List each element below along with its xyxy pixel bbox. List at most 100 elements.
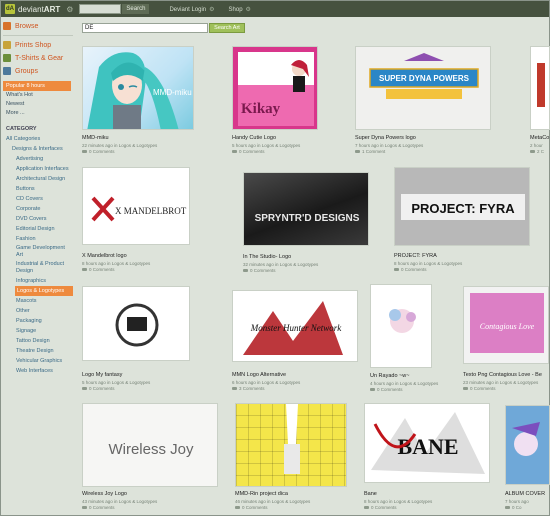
thumbnail-image[interactable]: BANE	[364, 403, 490, 483]
thumbnail-title[interactable]: Un Rayado ~w~	[370, 373, 409, 379]
thumbnail-comments[interactable]: 0 Comments	[364, 505, 397, 510]
thumbnail-image[interactable]: PROJECT: FYRA	[394, 167, 530, 246]
thumbnail-comments[interactable]: 0 Comments	[82, 149, 115, 154]
thumbnail-image[interactable]	[370, 284, 432, 368]
thumbnail-title[interactable]: Texto Png Contagious Love - Be	[463, 372, 542, 378]
thumbnail-image[interactable]: Monster Hunter Network	[232, 290, 358, 362]
thumbnail-title[interactable]: MMD-miku	[82, 135, 109, 141]
category-designs[interactable]: Designs & Interfaces	[3, 144, 73, 154]
thumbnail-meta: 8 hours ago in Logos & Logotypes	[364, 499, 433, 504]
category-item[interactable]: Tattoo Design	[3, 336, 73, 346]
comment-icon	[505, 506, 510, 510]
category-item-active[interactable]: Logos & Logotypes	[15, 286, 73, 296]
category-item[interactable]: Industrial & Product Design	[3, 260, 69, 276]
category-item[interactable]: Architectural Design	[3, 174, 73, 184]
category-item[interactable]: Buttons	[3, 184, 73, 194]
sidebar-browse[interactable]: Browse	[3, 20, 73, 32]
thumbnail-title[interactable]: In The Studio- Logo	[243, 254, 291, 260]
sort-more[interactable]: More ...	[3, 109, 73, 118]
sidebar-groups[interactable]: Groups	[3, 65, 73, 77]
thumbnail-image[interactable]	[530, 46, 550, 130]
thumbnail-image[interactable]: SPRYNTR'D DESIGNS	[243, 172, 369, 246]
thumbnail-image[interactable]: Contagious Love	[463, 286, 549, 364]
sidebar-tshirts[interactable]: T-Shirts & Gear	[3, 52, 73, 64]
category-item[interactable]: Theatre Design	[3, 346, 73, 356]
comment-icon	[364, 506, 369, 510]
thumbnail-comments[interactable]: 0 Comments	[232, 149, 265, 154]
thumbnail-image[interactable]: Kikay	[232, 46, 318, 130]
category-item[interactable]: Game Development Art	[3, 244, 65, 260]
thumbnail-title[interactable]: Bane	[364, 491, 377, 497]
thumbnail-image[interactable]: SUPER DYNA POWERS	[355, 46, 491, 130]
category-item[interactable]: Infographics	[3, 276, 73, 286]
thumbnail-comments[interactable]: 1 Comment	[355, 149, 385, 154]
sidebar-prints-shop[interactable]: Prints Shop	[3, 39, 73, 51]
sort-popular-8-hours[interactable]: Popular 8 hours	[3, 81, 71, 91]
thumbnail-title[interactable]: MetaCo	[530, 135, 549, 141]
thumbnail-image[interactable]	[505, 405, 550, 485]
thumbnail-image[interactable]: MMD-miku	[82, 46, 194, 130]
category-item[interactable]: Fashion	[3, 234, 73, 244]
thumbnail-image[interactable]: X MANDELBROT	[82, 167, 190, 245]
category-item[interactable]: CD Covers	[3, 194, 73, 204]
search-input[interactable]: DE	[82, 23, 208, 33]
top-search-button[interactable]: Search	[122, 4, 150, 14]
thumbnail-comments[interactable]: 0 Comments	[370, 387, 403, 392]
shop-link[interactable]: Shop ⚙	[229, 6, 251, 13]
top-search-input[interactable]	[79, 4, 122, 14]
x-mandelbrot-art: X MANDELBROT	[91, 196, 187, 222]
thumbnail-comments[interactable]: 0 Comments	[463, 386, 496, 391]
search-art-button[interactable]: Search Art	[209, 23, 245, 33]
thumbnail-title[interactable]: Super Dyna Powers logo	[355, 135, 416, 141]
comment-icon	[82, 268, 87, 272]
comment-icon	[232, 387, 237, 391]
thumbnail-title[interactable]: MMD-Rin project dica	[235, 491, 288, 497]
category-item[interactable]: Application Interfaces	[3, 164, 73, 174]
project-fyra-word: PROJECT: FYRA	[411, 201, 515, 216]
thumbnail-image[interactable]	[235, 403, 347, 487]
sort-newest[interactable]: Newest	[3, 100, 73, 109]
spryntrd-word: SPRYNTR'D DESIGNS	[255, 213, 360, 224]
category-item[interactable]: Web Interfaces	[3, 366, 73, 376]
thumbnail-meta: 46 minutes ago in Logos & Logotypes	[235, 499, 311, 504]
thumbnail-image[interactable]: Wireless Joy	[82, 403, 218, 487]
thumbnail-title[interactable]: MMN Logo Alternative	[232, 372, 286, 378]
category-item[interactable]: Editorial Design	[3, 224, 73, 234]
comment-icon	[235, 506, 240, 510]
thumbnail-comments[interactable]: 0 Comments	[235, 505, 268, 510]
thumbnail-meta: 32 minutes ago in Logos & Logotypes	[243, 262, 319, 267]
thumbnail-title[interactable]: Logo My fantasy	[82, 372, 122, 378]
my-fantasy-art	[115, 303, 159, 347]
thumbnail-meta: 8 hours ago in Logos & Logotypes	[394, 261, 463, 266]
thumbnail-title[interactable]: X Mandelbrot logo	[82, 253, 127, 259]
thumbnail-title[interactable]: PROJECT: FYRA	[394, 253, 437, 259]
brand-name[interactable]: deviantART	[18, 5, 60, 14]
thumbnail-comments[interactable]: 0 Comments	[82, 386, 115, 391]
thumbnail-title[interactable]: Wireless Joy Logo	[82, 491, 127, 497]
deviantart-logo-icon[interactable]: dA	[5, 4, 15, 14]
category-item[interactable]: Packaging	[3, 316, 73, 326]
thumbnail-title[interactable]: Handy Cutie Logo	[232, 135, 276, 141]
thumbnail-image[interactable]	[82, 286, 190, 361]
deviant-login-link[interactable]: Deviant Login ⚙	[169, 6, 214, 13]
thumbnail-comments[interactable]: 0 Comments	[82, 267, 115, 272]
category-item[interactable]: Advertising	[3, 154, 73, 164]
category-all[interactable]: All Categories	[3, 134, 73, 144]
thumbnail-comments[interactable]: 0 Comments	[394, 267, 427, 272]
category-item[interactable]: Signage	[3, 326, 73, 336]
thumbnail-comments[interactable]: 0 Co	[505, 505, 522, 510]
sort-whats-hot[interactable]: What's Hot	[3, 91, 73, 100]
category-item[interactable]: Mascots	[3, 296, 73, 306]
miku-illustration: MMD-miku	[87, 52, 192, 129]
thumbnail-meta: 2 hour	[530, 143, 543, 148]
thumbnail-comments[interactable]: 2 C	[530, 149, 544, 154]
thumbnail-comments[interactable]: 3 Comments	[232, 386, 265, 391]
category-item[interactable]: DVD Covers	[3, 214, 73, 224]
category-item[interactable]: Corporate	[3, 204, 73, 214]
thumbnail-title[interactable]: ALBUM COVER	[505, 491, 545, 497]
thumbnail-comments[interactable]: 0 Comments	[243, 268, 276, 273]
category-item[interactable]: Vehicular Graphics	[3, 356, 73, 366]
gear-icon[interactable]: ⚙	[66, 5, 73, 14]
category-item[interactable]: Other	[3, 306, 73, 316]
thumbnail-comments[interactable]: 0 Comments	[82, 505, 115, 510]
